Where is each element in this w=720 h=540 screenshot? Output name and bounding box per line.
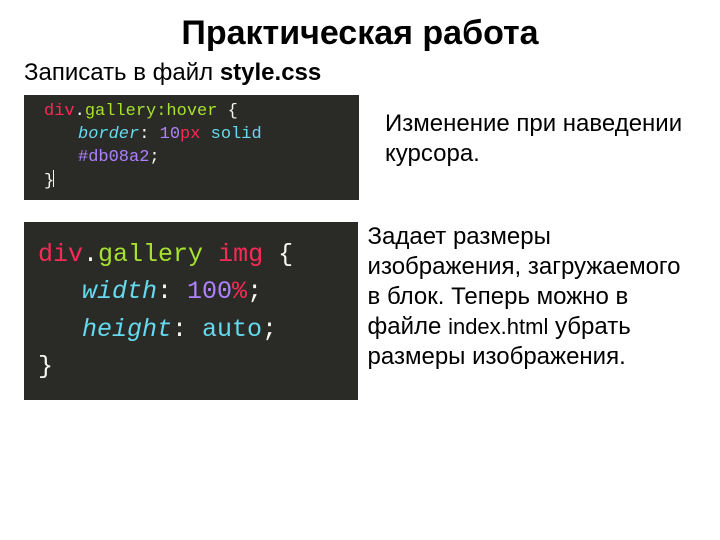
dot: . — [83, 240, 98, 269]
code-line: height: auto; — [38, 311, 348, 349]
code-snippet-hover: div.gallery:hover { border: 10px solid #… — [24, 95, 359, 200]
code-line: width: 100%; — [38, 273, 348, 311]
brace-close: } — [38, 352, 53, 381]
explanation-hover: Изменение при наведении курсора. — [385, 109, 695, 169]
prop-border: border — [78, 125, 139, 144]
border-size: 10 — [160, 125, 180, 144]
selector-class: gallery — [98, 240, 203, 269]
prop-width: width — [82, 277, 157, 306]
explanation-img: Задает размеры изображения, загружаемого… — [368, 222, 696, 372]
brace-open: { — [217, 102, 237, 121]
row-1: div.gallery:hover { border: 10px solid #… — [24, 95, 696, 200]
prop-height: height — [82, 315, 172, 344]
selector-class: gallery — [85, 102, 156, 121]
selector-child: img — [203, 240, 263, 269]
subtitle: Записать в файл style.css — [24, 59, 696, 87]
code-line: div.gallery img { — [38, 236, 348, 274]
brace-open: { — [263, 240, 293, 269]
code-line: div.gallery:hover { — [44, 101, 349, 124]
width-value: 100 — [187, 277, 232, 306]
code-line: } — [38, 348, 348, 386]
code-line: } — [44, 170, 349, 194]
selector-tag: div — [44, 102, 75, 121]
semicolon: ; — [247, 277, 262, 306]
colon: : — [157, 277, 187, 306]
code-snippet-img: div.gallery img { width: 100%; height: a… — [24, 222, 358, 400]
border-style: solid — [200, 125, 261, 144]
semicolon: ; — [149, 148, 159, 167]
explain-filename: index.html — [448, 314, 548, 339]
width-unit: % — [232, 277, 247, 306]
subtitle-text: Записать в файл — [24, 59, 220, 86]
colon: : — [172, 315, 202, 344]
selector-pseudo: :hover — [156, 102, 217, 121]
row-2: div.gallery img { width: 100%; height: a… — [24, 222, 696, 400]
selector-tag: div — [38, 240, 83, 269]
code-line: border: 10px solid #db08a2; — [44, 124, 349, 170]
slide: Практическая работа Записать в файл styl… — [0, 0, 720, 446]
height-value: auto — [202, 315, 262, 344]
colon: : — [139, 125, 159, 144]
dot: . — [75, 102, 85, 121]
semicolon: ; — [262, 315, 277, 344]
border-unit: px — [180, 125, 200, 144]
text-cursor-icon — [53, 170, 54, 187]
border-color: #db08a2 — [78, 148, 149, 167]
subtitle-filename: style.css — [220, 59, 321, 86]
page-title: Практическая работа — [24, 14, 696, 53]
